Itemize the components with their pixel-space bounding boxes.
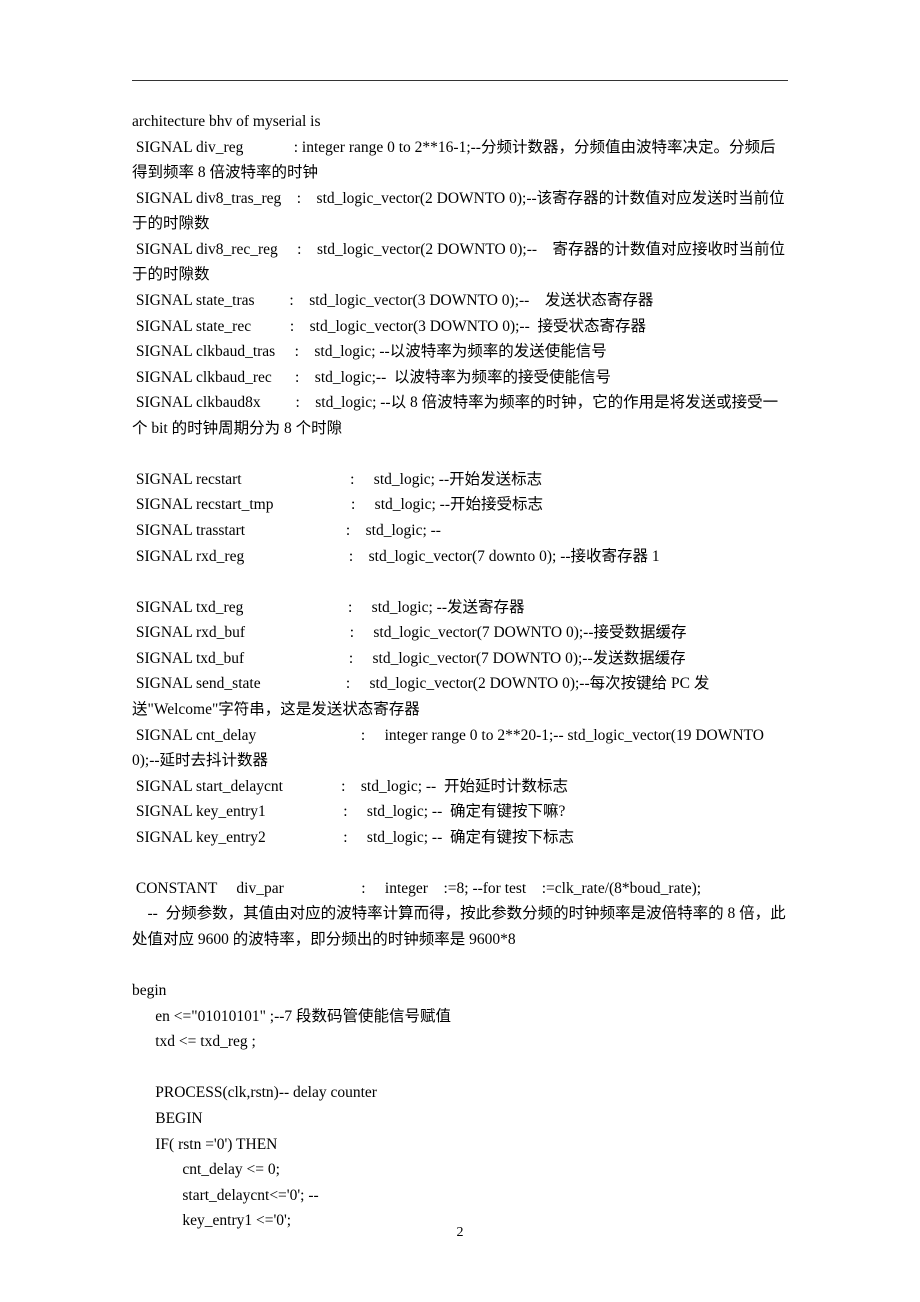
document-page: architecture bhv of myserial is SIGNAL d…	[0, 0, 920, 1302]
code-line: SIGNAL clkbaud_rec : std_logic;-- 以波特率为频…	[132, 369, 611, 386]
code-line: SIGNAL clkbaud_tras : std_logic; --以波特率为…	[132, 343, 607, 360]
code-line: PROCESS(clk,rstn)-- delay counter	[132, 1084, 377, 1101]
code-line: SIGNAL recstart : std_logic; --开始发送标志	[132, 471, 542, 488]
code-line: SIGNAL clkbaud8x : std_logic; --以 8 倍波特率…	[132, 394, 778, 437]
code-line: SIGNAL start_delaycnt : std_logic; -- 开始…	[132, 778, 568, 795]
code-line: SIGNAL recstart_tmp : std_logic; --开始接受标…	[132, 496, 543, 513]
code-line: start_delaycnt<='0'; --	[132, 1187, 319, 1204]
code-line: SIGNAL trasstart : std_logic; --	[132, 522, 441, 539]
code-line: cnt_delay <= 0;	[132, 1161, 280, 1178]
code-line: en <="01010101" ;--7 段数码管使能信号赋值	[132, 1008, 451, 1025]
header-divider	[132, 80, 788, 81]
code-line: SIGNAL txd_buf : std_logic_vector(7 DOWN…	[132, 650, 686, 667]
code-line: SIGNAL send_state : std_logic_vector(2 D…	[132, 675, 709, 718]
code-line: SIGNAL div_reg : integer range 0 to 2**1…	[132, 139, 775, 182]
code-line: SIGNAL key_entry2 : std_logic; -- 确定有键按下…	[132, 829, 574, 846]
page-number: 2	[0, 1221, 920, 1244]
code-line: begin	[132, 982, 166, 999]
code-line: SIGNAL cnt_delay : integer range 0 to 2*…	[132, 727, 768, 770]
code-block: architecture bhv of myserial is SIGNAL d…	[132, 109, 788, 1234]
code-line: SIGNAL rxd_reg : std_logic_vector(7 down…	[132, 548, 660, 565]
code-line: SIGNAL txd_reg : std_logic; --发送寄存器	[132, 599, 525, 616]
code-line: SIGNAL div8_tras_reg : std_logic_vector(…	[132, 190, 785, 233]
code-line: SIGNAL state_rec : std_logic_vector(3 DO…	[132, 318, 646, 335]
code-line: BEGIN	[132, 1110, 203, 1127]
code-line: txd <= txd_reg ;	[132, 1033, 256, 1050]
code-line: SIGNAL state_tras : std_logic_vector(3 D…	[132, 292, 653, 309]
code-line: SIGNAL rxd_buf : std_logic_vector(7 DOWN…	[132, 624, 687, 641]
code-line: SIGNAL div8_rec_reg : std_logic_vector(2…	[132, 241, 785, 284]
code-line: IF( rstn ='0') THEN	[132, 1136, 277, 1153]
code-line: CONSTANT div_par : integer :=8; --for te…	[132, 880, 701, 897]
code-line: architecture bhv of myserial is	[132, 113, 321, 130]
code-line: SIGNAL key_entry1 : std_logic; -- 确定有键按下…	[132, 803, 565, 820]
code-line: -- 分频参数，其值由对应的波特率计算而得，按此参数分频的时钟频率是波倍特率的 …	[132, 905, 786, 948]
